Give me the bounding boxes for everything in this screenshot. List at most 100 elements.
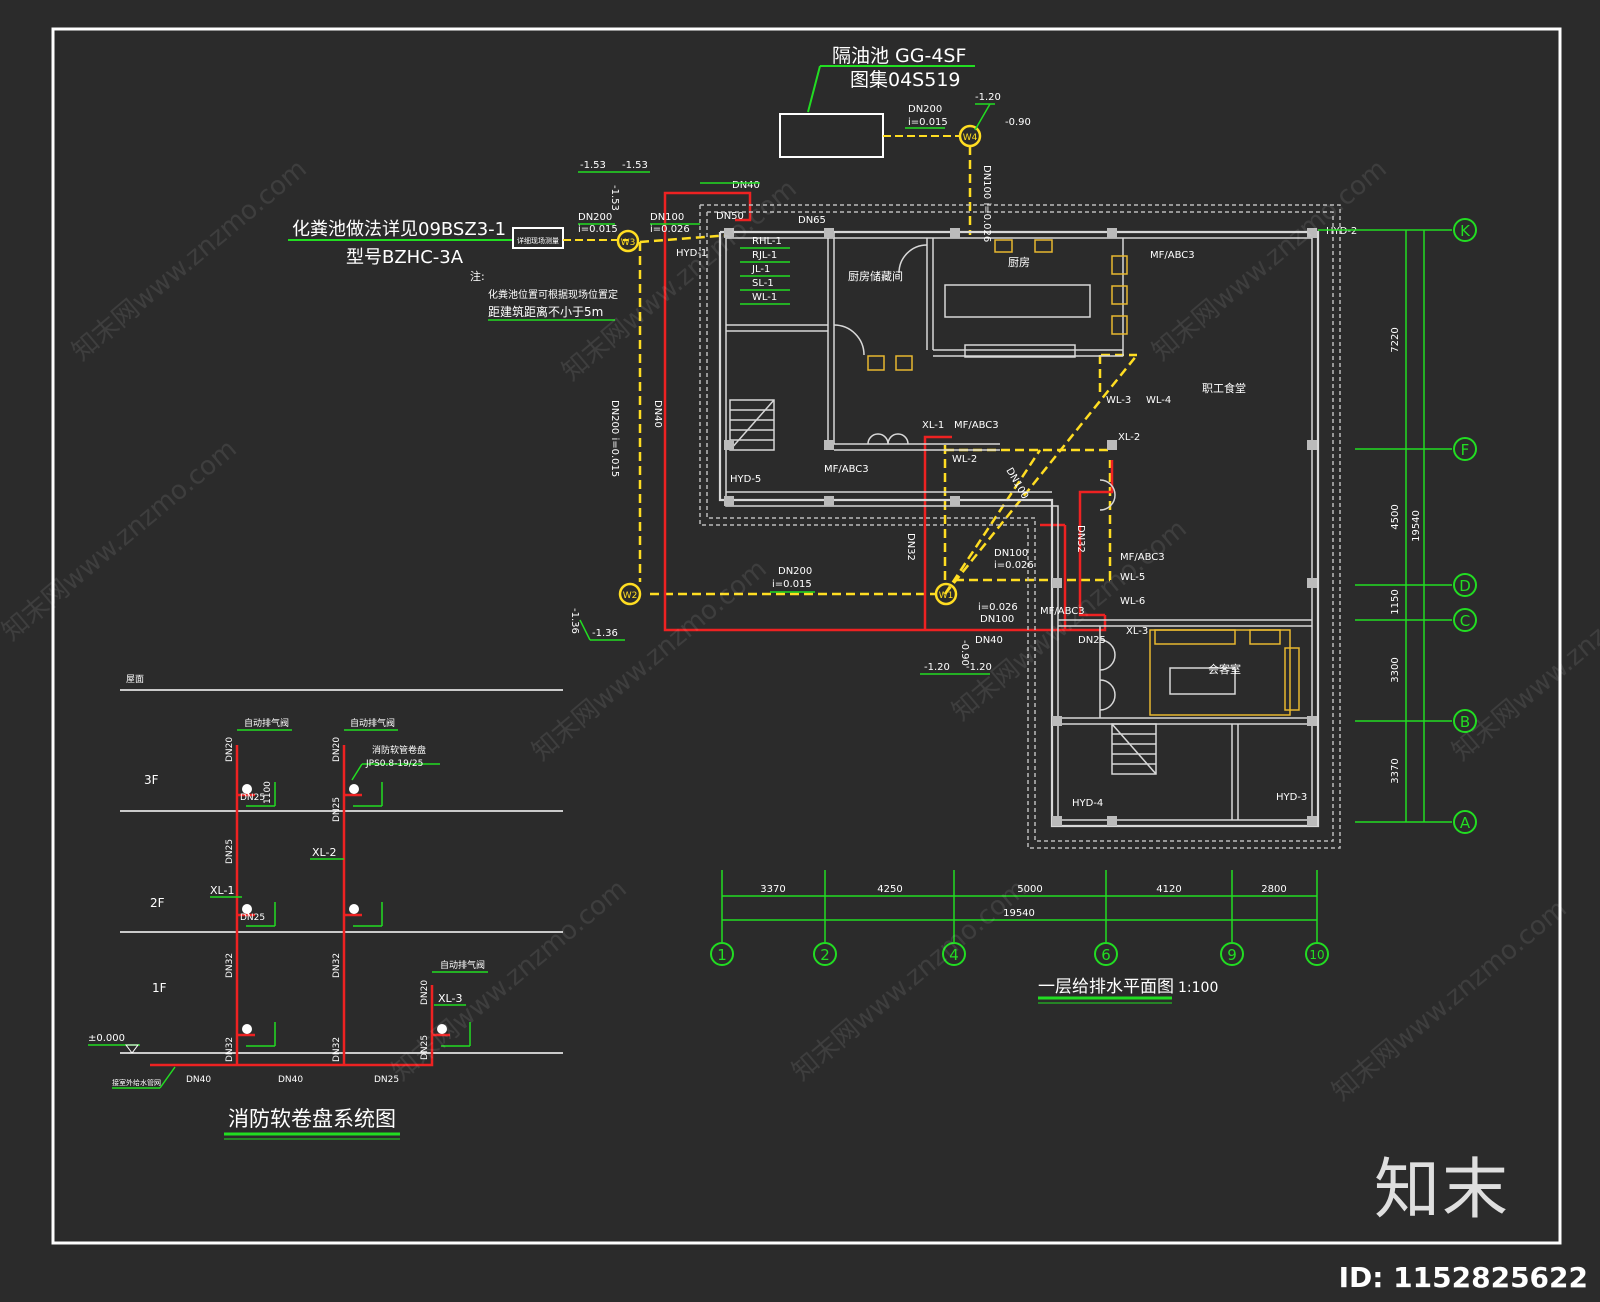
axis-1: 1	[717, 946, 727, 964]
sys-dn25-a: DN25	[225, 839, 235, 864]
room-staff-canteen: 职工食堂	[1202, 381, 1246, 395]
septic-note-1: 化粪池位置可根据现场位置定	[488, 288, 618, 301]
lbl-w1-lvl1: -1.20	[924, 662, 950, 673]
tag-mf-b: MF/ABC3	[824, 464, 869, 475]
sys-dn25-branch: DN25	[240, 913, 265, 923]
brand-logo: 知末	[1374, 1151, 1510, 1228]
tag-sl1: SL-1	[752, 278, 774, 289]
sys-auto-vent-2: 自动排气阀	[350, 717, 395, 729]
dim-f-d: 4500	[1390, 504, 1401, 529]
sys-dn25-c: DN25	[240, 793, 265, 803]
system-title: 消防软卷盘系统图	[228, 1107, 396, 1131]
dim-k-f: 7220	[1390, 327, 1401, 352]
tag-rjl1: RJL-1	[752, 250, 777, 261]
septic-tank-block: 详细现场测量 化粪池做法详见09BSZ3-1 型号BZHC-3A 注: 化粪池位…	[288, 219, 628, 321]
lbl-i-d: i=0.026	[978, 602, 1018, 613]
sys-dn40-b: DN40	[278, 1075, 303, 1085]
axis-9: 9	[1227, 946, 1237, 964]
lbl-dn200-w4: DN200	[908, 104, 942, 115]
tag-hyd4: HYD-4	[1072, 798, 1103, 809]
dim-c-b: 3300	[1390, 657, 1401, 682]
sys-floor-1f: 1F	[152, 981, 167, 995]
axis-10: 10	[1309, 948, 1324, 962]
lbl-i-c: i=0.026	[994, 560, 1034, 571]
sys-xl1: XL-1	[210, 884, 234, 897]
sys-dn32-d: DN32	[332, 1037, 342, 1062]
septic-model: 型号BZHC-3A	[346, 247, 464, 268]
sys-dn32-b: DN32	[332, 953, 342, 978]
lbl-dn32-b: DN32	[1075, 525, 1086, 553]
sys-h1100: 1100	[263, 781, 273, 804]
sys-ground: ±0.000	[88, 1033, 125, 1044]
axis-6: 6	[1101, 946, 1111, 964]
septic-title: 化粪池做法详见09BSZ3-1	[292, 219, 506, 240]
tag-wl1: WL-1	[752, 292, 777, 303]
axis-c: C	[1460, 612, 1470, 630]
lbl-dn65: DN65	[798, 215, 826, 226]
grease-trap-atlas: 图集04S519	[850, 69, 961, 91]
tag-rhl1: RHL-1	[752, 236, 782, 247]
lbl-w4-vert: DN100 i=0.026	[981, 165, 992, 242]
septic-box-label: 详细现场测量	[517, 236, 559, 245]
sys-dn32-c: DN32	[225, 1037, 235, 1062]
lbl-dn32-a: DN32	[905, 533, 916, 561]
lbl-w3-lvl1: -1.53	[580, 160, 606, 171]
lbl-w3-lvl3: -1.53	[609, 185, 620, 211]
lbl-w2-lvl2: -1.36	[592, 628, 618, 639]
lbl-w1-lvl3: -0.90	[959, 640, 970, 666]
lbl-w3w2-vert: DN200 i=0.015	[609, 400, 620, 477]
dim-d-c: 1150	[1390, 589, 1401, 614]
axis-a: A	[1460, 814, 1471, 832]
drainage-pipes	[638, 146, 1138, 596]
sys-dn20-a: DN20	[225, 737, 235, 762]
tag-xl3: XL-3	[1126, 626, 1148, 637]
manhole-w1-label: W1	[939, 591, 954, 601]
lbl-i-w2w1: i=0.015	[772, 579, 812, 590]
lbl-dn25-w1: DN25	[1078, 635, 1106, 646]
sys-roof: 屋面	[126, 674, 144, 685]
tag-wl4: WL-4	[1146, 395, 1171, 406]
tag-wl2: WL-2	[952, 454, 977, 465]
manhole-w2-label: W2	[623, 591, 638, 601]
sys-dn40-a: DN40	[186, 1075, 211, 1085]
lbl-w2-lvl: -1.36	[569, 608, 580, 634]
septic-note-2: 距建筑距离不小于5m	[488, 304, 603, 319]
lbl-w4-lvl1: -1.20	[975, 92, 1001, 103]
dim-b-a: 3370	[1390, 758, 1401, 783]
sys-floor-2f: 2F	[150, 896, 165, 910]
axis-2: 2	[820, 946, 830, 964]
sys-inlet-note: 接室外给水管网	[112, 1078, 161, 1087]
axis-grid-right	[1318, 229, 1452, 823]
sys-reel-model: JPS0.8-19/25	[365, 759, 423, 769]
pipe-labels: DN200 i=0.015 -1.20 -0.90 DN100 i=0.026 …	[569, 92, 1106, 673]
axis-k: K	[1460, 222, 1471, 240]
plan-title: 一层给排水平面图	[1038, 977, 1174, 997]
sys-dn20-b: DN20	[332, 737, 342, 762]
lbl-w4-lvl2: -0.90	[1005, 117, 1031, 128]
grease-trap-title: 隔油池 GG-4SF	[832, 45, 966, 67]
tag-mf-a: MF/ABC3	[954, 420, 999, 431]
dim-2-4: 4250	[877, 884, 902, 895]
sys-auto-vent-3: 自动排气阀	[440, 959, 485, 971]
sys-reel-note: 消防软管卷盘	[372, 744, 426, 756]
sys-dn25-b: DN25	[332, 797, 342, 822]
sys-floor-3f: 3F	[144, 773, 159, 787]
lbl-dn100-e: DN100	[980, 614, 1014, 625]
tag-mf-k: MF/ABC3	[1150, 250, 1195, 261]
tag-hyd5: HYD-5	[730, 474, 761, 485]
tag-xl1: XL-1	[922, 420, 944, 431]
dim-right-total: 19540	[1411, 510, 1422, 542]
axis-d: D	[1459, 577, 1471, 595]
plan-labels: 厨房储藏间 厨房 职工食堂 会客室 HYD-1 HYD-2 HYD-3 HYD-…	[676, 226, 1357, 809]
sys-dn20-c: DN20	[420, 980, 430, 1005]
axis-bubbles-bottom: 1 2 4 6 9 10	[710, 942, 1329, 966]
lbl-dn40-vert: DN40	[652, 400, 663, 428]
manhole-w3-label: W3	[621, 238, 636, 248]
lbl-w3-lvl2: -1.53	[622, 160, 648, 171]
dim-9-10: 2800	[1261, 884, 1286, 895]
lbl-dn200-w3: DN200	[578, 212, 612, 223]
lbl-dn200-w2w1: DN200	[778, 566, 812, 577]
sys-dn32-a: DN32	[225, 953, 235, 978]
lbl-i-w3: i=0.015	[578, 224, 618, 235]
septic-note-label: 注:	[470, 269, 485, 283]
